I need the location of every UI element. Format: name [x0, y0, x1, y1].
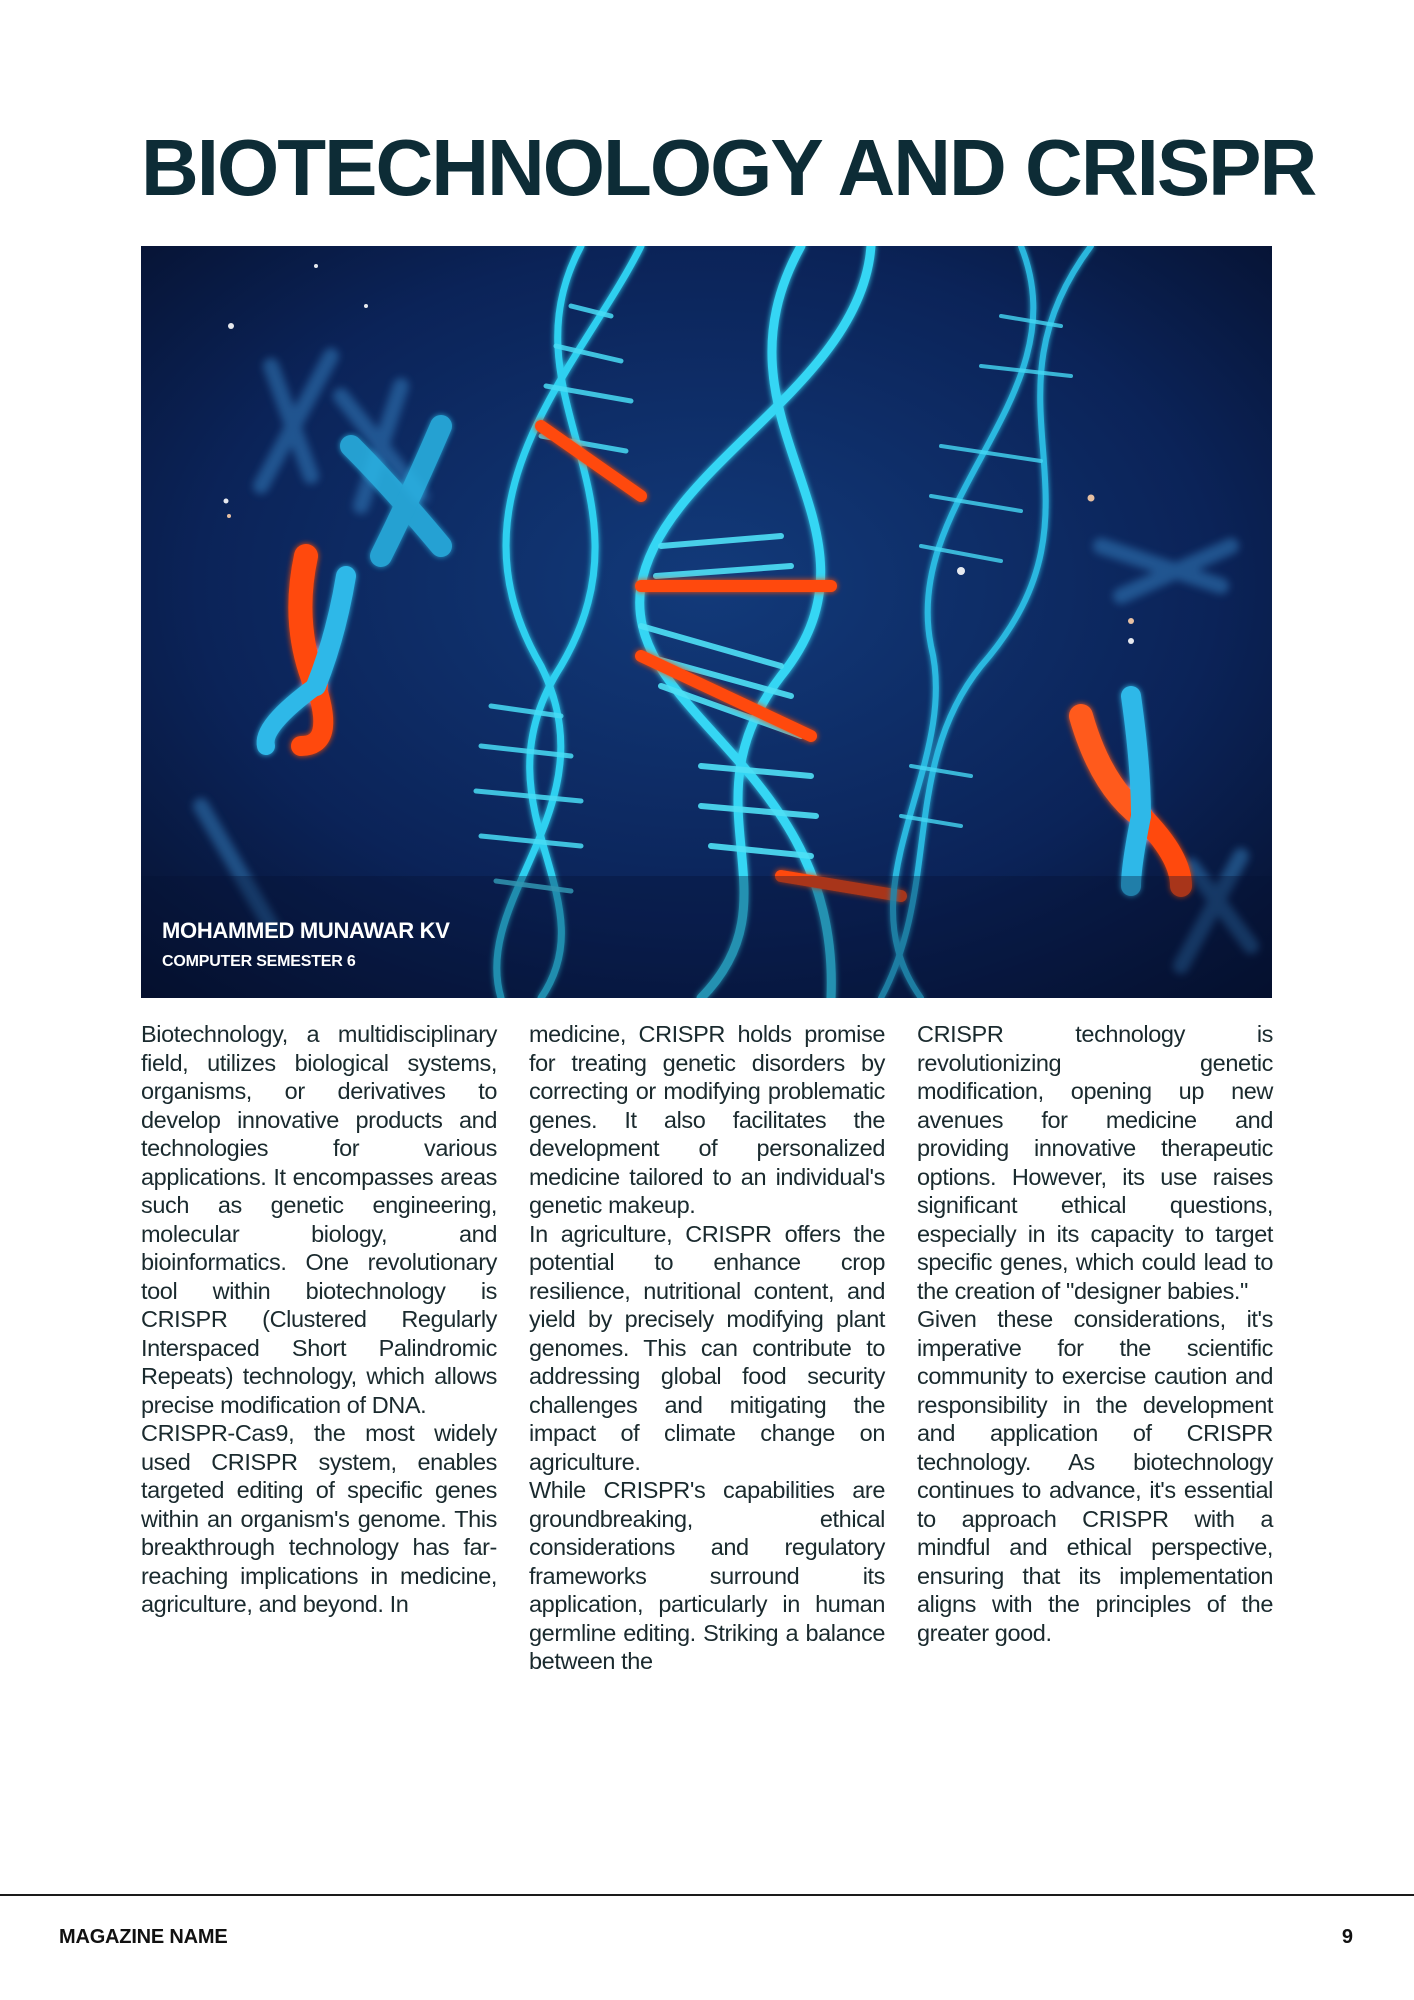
paragraph: CRISPR-Cas9, the most widely used CRISPR… [141, 1420, 497, 1617]
paragraph: medicine, CRISPR holds promise for treat… [529, 1021, 885, 1218]
paragraph: In agriculture, CRISPR offers the potent… [529, 1220, 885, 1475]
article-column-1: Biotechnology, a multidisciplinary field… [141, 1020, 497, 1619]
author-course: COMPUTER SEMESTER 6 [162, 953, 356, 970]
hero-image: MOHAMMED MUNAWAR KV COMPUTER SEMESTER 6 [141, 246, 1272, 998]
page-number: 9 [1341, 1926, 1353, 1948]
author-name: MOHAMMED MUNAWAR KV [162, 918, 450, 943]
paragraph: Biotechnology, a multidisciplinary field… [141, 1021, 497, 1418]
footer-divider [0, 1894, 1414, 1896]
dna-helix-illustration [141, 246, 1272, 998]
article-column-3: CRISPR technology is revolutionizing gen… [917, 1020, 1273, 1647]
paragraph: While CRISPR's capabilities are groundbr… [529, 1477, 885, 1674]
article-title: BIOTECHNOLOGY AND CRISPR [141, 123, 1317, 212]
paragraph: CRISPR technology is revolutionizing gen… [917, 1021, 1273, 1304]
paragraph: Given these considerations, it's imperat… [917, 1306, 1273, 1646]
article-column-2: medicine, CRISPR holds promise for treat… [529, 1020, 885, 1676]
magazine-name: MAGAZINE NAME [59, 1926, 228, 1948]
